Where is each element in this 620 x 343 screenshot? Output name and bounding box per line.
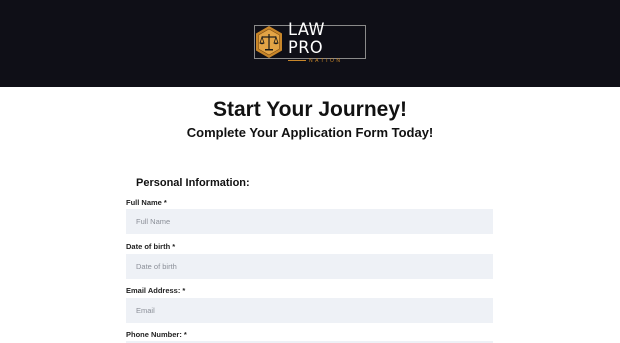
logo-subtitle-row: NATION [288,58,365,64]
date-of-birth-label: Date of birth * [126,242,176,251]
section-title: Personal Information: [136,177,250,189]
full-name-label: Full Name * [126,198,167,207]
logo-subtitle: NATION [309,57,343,64]
full-name-input[interactable] [126,209,493,234]
scales-of-justice-icon [254,25,284,59]
logo-divider [288,60,306,61]
site-header: LAW PRO NATION [0,0,620,87]
phone-number-label: Phone Number: * [126,330,187,339]
logo-text: LAW PRO NATION [288,21,365,64]
page-title: Start Your Journey! [212,98,408,121]
page-subtitle: Complete Your Application Form Today! [186,125,434,140]
email-input[interactable] [126,298,493,323]
date-of-birth-input[interactable] [126,254,493,279]
site-logo[interactable]: LAW PRO NATION [254,21,366,64]
logo-title: LAW PRO [288,19,325,58]
email-label: Email Address: * [126,286,186,295]
